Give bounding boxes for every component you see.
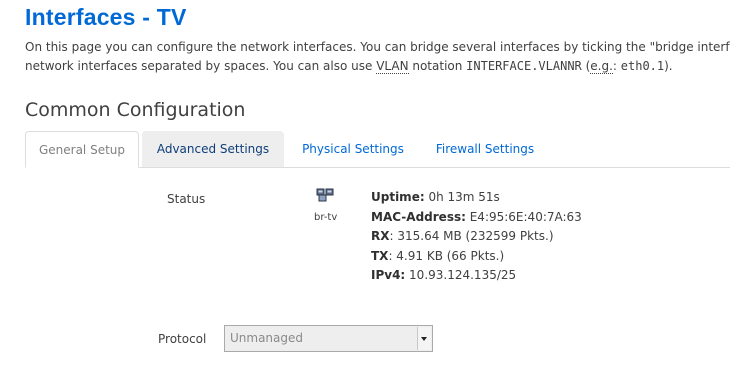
rx-row: RX: 315.64 MB (232599 Pkts.) (371, 227, 582, 247)
status-label: Status (167, 192, 206, 206)
ipv4-row: IPv4: 10.93.124.135/25 (371, 266, 582, 286)
protocol-selected-value: Unmanaged (230, 331, 304, 345)
notation-code: INTERFACE.VLANNR (466, 59, 582, 73)
tx-value: : 4.91 KB (66 Pkts.) (388, 248, 505, 263)
status-details: Uptime: 0h 13m 51s MAC-Address: E4:95:6E… (371, 188, 582, 286)
section-title: Common Configuration (25, 99, 246, 121)
description-text: : (612, 59, 621, 73)
tab-bar: General Setup Advanced Settings Physical… (25, 131, 730, 168)
page-description: On this page you can configure the netwo… (25, 38, 730, 76)
mac-label: MAC-Address: (371, 209, 466, 224)
description-text: ( (581, 59, 591, 73)
mac-value: E4:95:6E:40:7A:63 (465, 209, 582, 224)
rx-value: : 315.64 MB (232599 Pkts.) (389, 229, 554, 243)
example-code: eth0.1 (620, 59, 665, 73)
tx-row: TX: 4.91 KB (66 Pkts.) (371, 247, 582, 267)
ethernet-switch-icon (316, 188, 334, 202)
tab-advanced-settings[interactable]: Advanced Settings (142, 131, 284, 167)
chevron-down-icon[interactable] (417, 327, 431, 350)
uptime-row: Uptime: 0h 13m 51s (371, 188, 582, 208)
ipv4-value: 10.93.124.135/25 (405, 268, 517, 282)
description-text: notation (408, 59, 467, 73)
mac-row: MAC-Address: E4:95:6E:40:7A:63 (371, 208, 582, 228)
uptime-label: Uptime: (371, 190, 425, 204)
tab-physical-settings[interactable]: Physical Settings (293, 131, 413, 167)
ipv4-label: IPv4: (371, 268, 406, 282)
uptime-value: 0h 13m 51s (424, 190, 500, 204)
vlan-abbreviation: VLAN (376, 59, 409, 74)
tx-label: TX (371, 248, 389, 263)
rx-label: RX (371, 229, 390, 243)
page-title: Interfaces - TV (25, 4, 187, 30)
description-text: ). (664, 59, 673, 73)
tab-general-setup[interactable]: General Setup (25, 131, 139, 168)
protocol-label: Protocol (158, 332, 207, 346)
description-line-2: network interfaces separated by spaces. … (25, 57, 730, 76)
protocol-select[interactable]: Unmanaged (224, 325, 433, 352)
description-text: network interfaces separated by spaces. … (25, 59, 377, 73)
eg-abbreviation: e.g. (590, 59, 613, 74)
interface-name: br-tv (314, 212, 338, 223)
description-line-1: On this page you can configure the netwo… (25, 40, 730, 54)
tab-firewall-settings[interactable]: Firewall Settings (425, 131, 545, 167)
